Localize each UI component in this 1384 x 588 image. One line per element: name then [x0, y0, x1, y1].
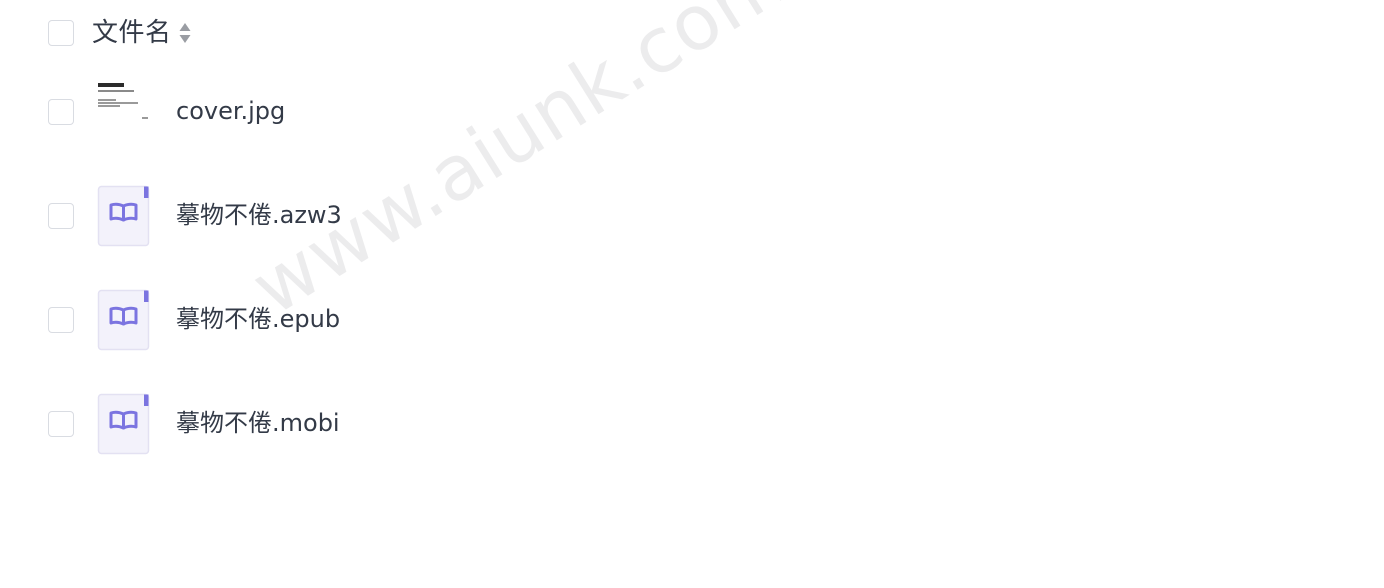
sort-icon[interactable]	[178, 21, 192, 45]
row-checkbox[interactable]	[48, 203, 74, 229]
list-item[interactable]: 摹物不倦.azw3	[0, 164, 1384, 268]
list-item[interactable]: 摹物不倦.mobi	[0, 372, 1384, 476]
file-name[interactable]: 摹物不倦.mobi	[176, 406, 340, 440]
list-item[interactable]: cover.jpg	[0, 60, 1384, 164]
file-list-header: 文件名	[0, 8, 1384, 58]
book-icon	[97, 185, 150, 247]
file-name[interactable]: 摹物不倦.azw3	[176, 198, 342, 232]
row-checkbox[interactable]	[48, 411, 74, 437]
select-all-checkbox[interactable]	[48, 20, 74, 46]
row-checkbox[interactable]	[48, 99, 74, 125]
book-icon	[97, 393, 150, 455]
row-checkbox[interactable]	[48, 307, 74, 333]
file-list: 文件名 cover.jpg 摹物不倦.azw3 摹物不倦.epub 摹物不倦.m…	[0, 0, 1384, 588]
list-item[interactable]: 摹物不倦.epub	[0, 268, 1384, 372]
book-icon	[97, 289, 150, 351]
file-name[interactable]: 摹物不倦.epub	[176, 302, 340, 336]
column-header-filename[interactable]: 文件名	[92, 16, 172, 50]
image-thumbnail	[96, 80, 154, 124]
file-name[interactable]: cover.jpg	[176, 94, 285, 128]
